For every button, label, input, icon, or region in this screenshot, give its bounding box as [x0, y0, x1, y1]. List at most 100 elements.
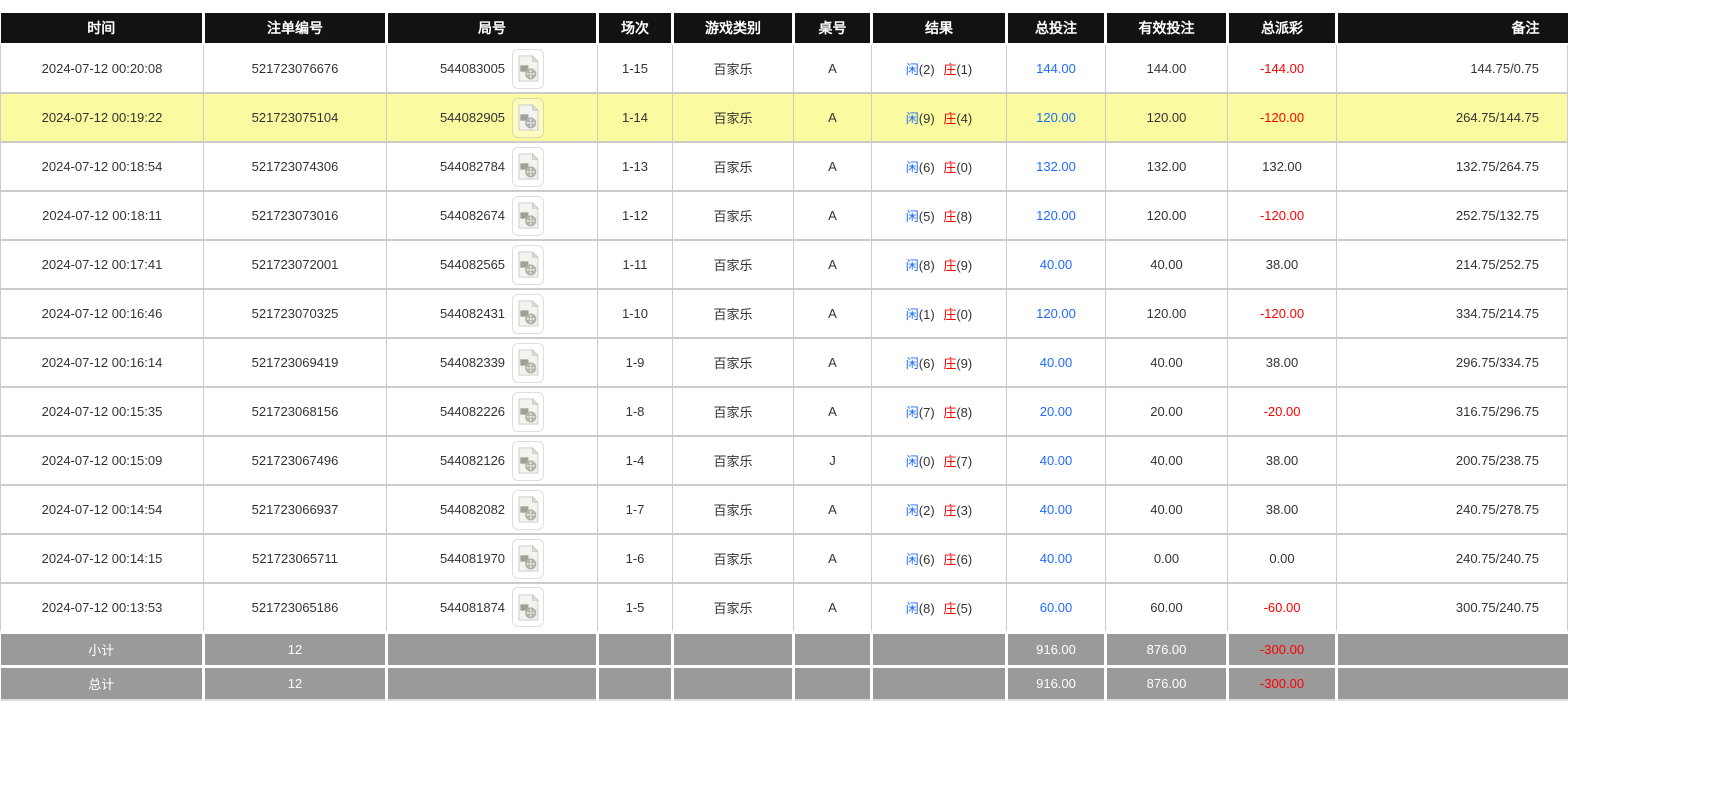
total-bet-link[interactable]: 60.00: [1040, 600, 1073, 615]
col-header-time: 时间: [0, 13, 204, 45]
cell-result: 闲(6) 庄(6): [871, 533, 1007, 584]
cell-session: 1-6: [597, 533, 673, 584]
player-result-count: (7): [918, 405, 935, 420]
video-replay-button[interactable]: [512, 195, 545, 236]
cell-game-type: 百家乐: [672, 43, 794, 94]
banker-result-label: 庄: [943, 258, 957, 273]
cell-session: 1-8: [597, 386, 673, 437]
footer-total-bet: 916.00: [1005, 630, 1106, 667]
cell-valid-bet: 132.00: [1105, 141, 1228, 192]
video-file-icon: [518, 55, 540, 82]
cell-valid-bet: 120.00: [1105, 92, 1228, 143]
cell-total-payout: -120.00: [1227, 190, 1337, 241]
player-result-count: (2): [918, 503, 935, 518]
footer-label: 总计: [0, 664, 204, 701]
table-header-row: 时间 注单编号 局号 场次 游戏类别 桌号 结果 总投注 有效投注 总派彩 备注: [0, 13, 1568, 45]
cell-round-no: 544083005: [386, 43, 598, 94]
cell-valid-bet: 20.00: [1105, 386, 1228, 437]
total-bet-link[interactable]: 120.00: [1036, 208, 1076, 223]
cell-result: 闲(9) 庄(4): [871, 92, 1007, 143]
cell-total-bet: 40.00: [1006, 435, 1106, 486]
total-bet-link[interactable]: 40.00: [1040, 551, 1073, 566]
cell-total-bet: 40.00: [1006, 239, 1106, 290]
cell-session: 1-4: [597, 435, 673, 486]
player-result-count: (8): [918, 258, 935, 273]
player-result-label: 闲: [905, 552, 919, 567]
banker-result-count: (4): [956, 111, 973, 126]
cell-total-bet: 40.00: [1006, 484, 1106, 535]
video-file-icon: [518, 349, 540, 376]
video-file-icon: [518, 104, 540, 131]
cell-valid-bet: 40.00: [1105, 435, 1228, 486]
banker-result-label: 庄: [943, 62, 957, 77]
total-bet-link[interactable]: 132.00: [1036, 159, 1076, 174]
cell-round-no: 544081874: [386, 582, 598, 633]
col-header-valid-bet: 有效投注: [1104, 13, 1228, 45]
cell-total-payout: -20.00: [1227, 386, 1337, 437]
table-row: 2024-07-12 00:15:09 521723067496 5440821…: [0, 435, 1568, 486]
table-row: 2024-07-12 00:14:15 521723065711 5440819…: [0, 533, 1568, 584]
cell-result: 闲(6) 庄(0): [871, 141, 1007, 192]
player-result-label: 闲: [905, 405, 919, 420]
cell-round-no: 544082431: [386, 288, 598, 339]
table-row: 2024-07-12 00:13:53 521723065186 5440818…: [0, 582, 1568, 633]
cell-table-no: A: [793, 386, 872, 437]
cell-time: 2024-07-12 00:16:46: [0, 288, 204, 339]
footer-total-payout: -300.00: [1226, 664, 1337, 701]
cell-total-bet: 20.00: [1006, 386, 1106, 437]
cell-round-no: 544082082: [386, 484, 598, 535]
cell-time: 2024-07-12 00:18:54: [0, 141, 204, 192]
cell-remark: 240.75/278.75: [1336, 484, 1568, 535]
cell-round-no: 544082784: [386, 141, 598, 192]
video-file-icon: [518, 593, 540, 621]
cell-total-payout: 0.00: [1227, 533, 1337, 584]
cell-session: 1-11: [597, 239, 673, 290]
cell-result: 闲(8) 庄(5): [871, 582, 1007, 633]
total-bet-link[interactable]: 20.00: [1040, 404, 1073, 419]
col-header-round-no: 局号: [385, 13, 598, 45]
total-bet-link[interactable]: 40.00: [1040, 257, 1073, 272]
cell-result: 闲(6) 庄(9): [871, 337, 1007, 388]
col-header-session: 场次: [596, 13, 673, 45]
cell-valid-bet: 40.00: [1105, 239, 1228, 290]
total-bet-link[interactable]: 120.00: [1036, 110, 1076, 125]
cell-remark: 200.75/238.75: [1336, 435, 1568, 486]
cell-remark: 296.75/334.75: [1336, 337, 1568, 388]
video-replay-button[interactable]: [512, 48, 545, 89]
video-replay-button[interactable]: [512, 489, 545, 530]
total-bet-link[interactable]: 40.00: [1040, 355, 1073, 370]
total-bet-link[interactable]: 120.00: [1036, 306, 1076, 321]
video-replay-button[interactable]: [512, 146, 545, 187]
cell-result: 闲(7) 庄(8): [871, 386, 1007, 437]
cell-round-no: 544082565: [386, 239, 598, 290]
table-row: 2024-07-12 00:18:11 521723073016 5440826…: [0, 190, 1568, 241]
video-replay-button[interactable]: [512, 587, 545, 628]
video-replay-button[interactable]: [512, 293, 545, 334]
table-row: 2024-07-12 00:16:14 521723069419 5440823…: [0, 337, 1568, 388]
table-row: 2024-07-12 00:18:54 521723074306 5440827…: [0, 141, 1568, 192]
video-replay-button[interactable]: [512, 440, 545, 481]
cell-remark: 214.75/252.75: [1336, 239, 1568, 290]
video-replay-button[interactable]: [512, 97, 545, 138]
video-replay-button[interactable]: [512, 538, 545, 579]
cell-round-no: 544082126: [386, 435, 598, 486]
cell-order-no: 521723070325: [203, 288, 387, 339]
video-replay-button[interactable]: [512, 391, 545, 432]
cell-time: 2024-07-12 00:19:22: [0, 92, 204, 143]
video-replay-button[interactable]: [512, 244, 545, 285]
cell-result: 闲(5) 庄(8): [871, 190, 1007, 241]
total-bet-link[interactable]: 40.00: [1040, 502, 1073, 517]
total-bet-link[interactable]: 40.00: [1040, 453, 1073, 468]
cell-game-type: 百家乐: [672, 239, 794, 290]
video-replay-button[interactable]: [512, 342, 545, 383]
total-bet-link[interactable]: 144.00: [1036, 61, 1076, 76]
cell-order-no: 521723067496: [203, 435, 387, 486]
footer-count: 12: [202, 664, 387, 701]
col-header-order-no: 注单编号: [202, 13, 387, 45]
round-number: 544083005: [439, 61, 506, 76]
cell-order-no: 521723066937: [203, 484, 387, 535]
player-result-label: 闲: [905, 111, 919, 126]
footer-valid-bet: 876.00: [1104, 630, 1228, 667]
cell-total-payout: -120.00: [1227, 92, 1337, 143]
cell-round-no: 544081970: [386, 533, 598, 584]
